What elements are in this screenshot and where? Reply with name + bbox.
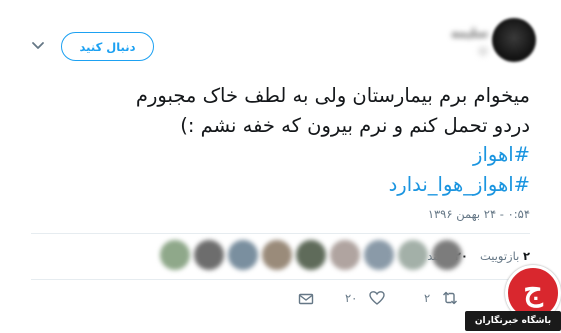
chevron-down-icon[interactable] bbox=[31, 40, 45, 52]
liker-avatar[interactable] bbox=[160, 240, 190, 270]
like-action[interactable]: ۲۰ bbox=[345, 290, 386, 306]
hashtag-link[interactable]: #اهواز_هوا_ندارد bbox=[10, 170, 530, 200]
liker-avatar[interactable] bbox=[296, 240, 326, 270]
news-agency-watermark: ج باشگاه خبرنگاران bbox=[465, 265, 561, 333]
avatar[interactable] bbox=[492, 18, 536, 62]
retweets-label: بازتوییت bbox=[479, 249, 520, 263]
tweet-text: میخوام برم بیمارستان ولی به لطف خاک مجبو… bbox=[10, 81, 530, 199]
liker-avatar[interactable] bbox=[194, 240, 224, 270]
tweet-line: میخوام برم بیمارستان ولی به لطف خاک مجبو… bbox=[135, 84, 530, 107]
divider bbox=[31, 233, 530, 234]
account-handle[interactable]: @ bbox=[406, 46, 488, 58]
retweets-stat[interactable]: ۲ بازتوییت bbox=[480, 249, 530, 263]
liker-avatar[interactable] bbox=[330, 240, 360, 270]
retweet-icon[interactable] bbox=[442, 290, 458, 306]
likers-avatars bbox=[160, 240, 462, 270]
heart-icon[interactable] bbox=[369, 290, 386, 306]
mail-icon[interactable] bbox=[298, 291, 314, 307]
watermark-label: باشگاه خبرنگاران bbox=[465, 311, 561, 331]
follow-button[interactable]: دنبال کنید bbox=[61, 32, 154, 61]
account-name[interactable]: سلیمه bbox=[396, 26, 488, 42]
tweet-timestamp[interactable]: ۰:۵۴ - ۲۴ بهمن ۱۳۹۶ bbox=[428, 207, 530, 221]
liker-avatar[interactable] bbox=[228, 240, 258, 270]
like-count: ۲۰ bbox=[345, 291, 358, 305]
retweet-count: ۲ bbox=[424, 291, 431, 305]
liker-avatar[interactable] bbox=[364, 240, 394, 270]
liker-avatar[interactable] bbox=[432, 240, 462, 270]
divider bbox=[31, 279, 530, 280]
hashtag-link[interactable]: #اهواز bbox=[10, 140, 530, 170]
retweets-count: ۲ bbox=[522, 249, 530, 263]
liker-avatar[interactable] bbox=[398, 240, 428, 270]
retweet-action[interactable]: ۲ bbox=[424, 290, 458, 306]
tweet-line: دردو تحمل کنم و نرم بیرون که خفه نشم :) bbox=[180, 113, 530, 137]
liker-avatar[interactable] bbox=[262, 240, 292, 270]
